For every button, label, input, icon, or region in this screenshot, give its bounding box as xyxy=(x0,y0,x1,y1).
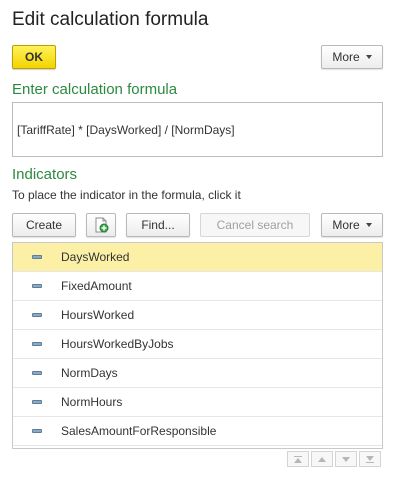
chevron-down-icon xyxy=(365,55,372,59)
formula-section-label: Enter calculation formula xyxy=(12,81,178,98)
list-item[interactable]: HoursWorkedByJobs xyxy=(13,330,382,359)
list-item-label: DaysWorked xyxy=(61,250,130,264)
list-item[interactable]: NormDays xyxy=(13,359,382,388)
move-down-icon xyxy=(342,456,350,462)
move-up-icon xyxy=(318,456,326,462)
indicators-hint: To place the indicator in the formula, c… xyxy=(12,188,241,202)
list-item-label: FixedAmount xyxy=(61,279,132,293)
more-button-label: More xyxy=(332,50,360,64)
more-button-list[interactable]: More xyxy=(321,213,383,237)
move-last-icon xyxy=(366,455,374,463)
chevron-down-icon xyxy=(365,223,372,227)
add-copy-icon xyxy=(95,217,109,233)
indicators-list[interactable]: DaysWorked FixedAmount HoursWorked Hours… xyxy=(12,242,383,449)
list-item[interactable]: DaysWorked xyxy=(13,243,382,272)
list-item[interactable]: HoursWorked xyxy=(13,301,382,330)
list-item-label: HoursWorkedByJobs xyxy=(61,337,174,351)
indicator-item-icon xyxy=(32,400,42,404)
indicator-item-icon xyxy=(32,342,42,346)
indicator-item-icon xyxy=(32,429,42,433)
list-item-label: SalesAmountForResponsible xyxy=(61,424,217,438)
add-copy-button[interactable] xyxy=(86,213,116,237)
indicator-item-icon xyxy=(32,284,42,288)
window-title: Edit calculation formula xyxy=(12,9,209,30)
list-item[interactable]: FixedAmount xyxy=(13,272,382,301)
indicators-section-label: Indicators xyxy=(12,166,78,183)
move-down-button[interactable] xyxy=(335,451,357,467)
list-item-label: NormDays xyxy=(61,366,118,380)
more-button-label: More xyxy=(332,218,360,232)
indicator-item-icon xyxy=(32,255,42,259)
move-first-button[interactable] xyxy=(287,451,309,467)
list-item-label: NormHours xyxy=(61,395,123,409)
move-last-button[interactable] xyxy=(359,451,381,467)
move-first-icon xyxy=(294,455,302,463)
ok-button[interactable]: OK xyxy=(12,45,56,69)
create-button[interactable]: Create xyxy=(12,213,76,237)
list-item[interactable]: NormHours xyxy=(13,388,382,417)
move-up-button[interactable] xyxy=(311,451,333,467)
list-item-label: HoursWorked xyxy=(61,308,135,322)
formula-input[interactable]: [TariffRate] * [DaysWorked] / [NormDays] xyxy=(12,102,383,157)
find-button[interactable]: Find... xyxy=(126,213,190,237)
indicator-item-icon xyxy=(32,313,42,317)
list-item[interactable]: SalesAmountForResponsible xyxy=(13,417,382,446)
indicator-item-icon xyxy=(32,371,42,375)
cancel-search-button[interactable]: Cancel search xyxy=(200,213,310,237)
more-button-top[interactable]: More xyxy=(321,45,383,69)
